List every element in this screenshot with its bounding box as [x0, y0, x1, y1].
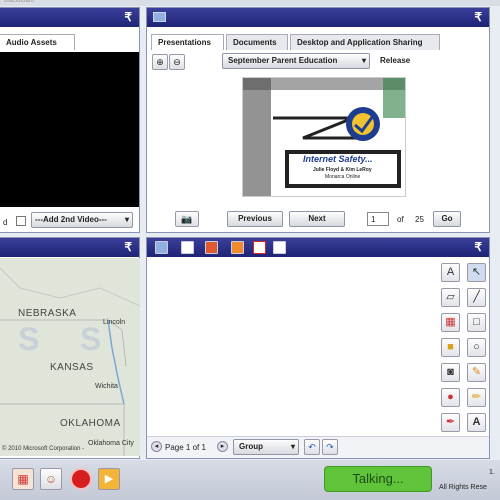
large-text-icon[interactable]: A — [467, 413, 486, 432]
rectangle-tool-icon[interactable]: □ — [467, 313, 486, 332]
whiteboard-toolbar: ₹ — [147, 238, 489, 257]
tab-documents[interactable]: Documents — [226, 34, 288, 50]
pdf-icon[interactable] — [253, 241, 266, 254]
group-select[interactable]: Group ▾ — [233, 439, 299, 455]
top-strip-text: Blackboard — [4, 0, 35, 4]
tab-audio-assets[interactable]: Audio Assets — [0, 34, 75, 50]
presentation-select[interactable]: September Parent Education ▾ — [222, 53, 370, 69]
group-select-value: Group — [239, 442, 263, 451]
camera-icon[interactable]: 📷 — [175, 211, 199, 227]
chevron-down-icon: ▾ — [290, 442, 295, 451]
page-indicator: Page 1 of 1 — [165, 443, 206, 452]
video-display — [0, 52, 139, 207]
previous-button[interactable]: Previous — [227, 211, 283, 227]
pen-icon[interactable]: ✒ — [441, 413, 460, 432]
image-icon[interactable] — [205, 241, 218, 254]
top-strip: Blackboard — [0, 0, 500, 6]
line-tool-icon[interactable]: ╱ — [467, 288, 486, 307]
city-label: Lincoln — [103, 319, 126, 326]
slide-authors: Julie Floyd & Kim LeRoy — [313, 167, 372, 173]
fill-icon[interactable]: ● — [441, 388, 460, 407]
map-copyright: © 2010 Microsoft Corporation - — [2, 446, 85, 452]
page-number-input[interactable]: 1 — [367, 212, 389, 226]
whiteboard-panel: ₹ A ↖ ▱ ╱ ▦ □ ■ ○ ◙ ✎ ● ✏ ✒ A ◂ Page 1 o… — [146, 237, 490, 459]
city-label: Oklahoma City — [88, 440, 134, 447]
note-icon[interactable]: ■ — [441, 338, 460, 357]
panel-menu-icon[interactable]: ₹ — [124, 241, 132, 253]
talking-indicator: Talking... — [324, 466, 432, 492]
audio-panel-header: ₹ — [0, 8, 139, 27]
add-2nd-video-select[interactable]: ---Add 2nd Video--- ▾ — [31, 212, 133, 228]
ellipse-tool-icon[interactable]: ○ — [467, 338, 486, 357]
state-label: KANSAS — [50, 362, 94, 373]
tab-presentations[interactable]: Presentations — [151, 34, 224, 50]
presentation-panel: ₹ Presentations Documents Desktop and Ap… — [146, 7, 490, 233]
monitor-icon — [153, 12, 166, 22]
highlighter-icon[interactable]: ✏ — [467, 388, 486, 407]
panel-menu-icon[interactable]: ₹ — [474, 11, 482, 23]
partial-label: d — [3, 218, 8, 227]
talking-label: Talking... — [352, 471, 404, 486]
media-icon[interactable]: ▶ — [98, 468, 120, 490]
map-view[interactable]: S S NEBRASKA KANSAS OKLAHOMA Lincoln Wic… — [0, 258, 140, 456]
state-label: OKLAHOMA — [60, 418, 121, 429]
slide-title: Internet Safety... — [303, 154, 373, 164]
presentation-panel-header: ₹ — [147, 8, 489, 27]
panel-menu-icon[interactable]: ₹ — [124, 11, 132, 23]
font-icon[interactable] — [181, 241, 194, 254]
city-label: Wichita — [95, 383, 118, 390]
users-icon[interactable]: ☺ — [40, 468, 62, 490]
zoom-in-icon[interactable]: ⊕ — [152, 54, 168, 70]
slideshow-icon[interactable] — [231, 241, 244, 254]
next-button[interactable]: Next — [289, 211, 345, 227]
text-tool-icon[interactable]: A — [441, 263, 460, 282]
screen-icon[interactable] — [155, 241, 168, 254]
map-panel-header: ₹ — [0, 238, 139, 257]
tab-desktop-sharing[interactable]: Desktop and Application Sharing — [290, 34, 440, 50]
add-video-label: ---Add 2nd Video--- — [35, 215, 107, 224]
undo-icon[interactable]: ↶ — [304, 439, 320, 455]
pencil-icon[interactable]: ✎ — [467, 363, 486, 382]
chevron-right-icon[interactable]: ▸ — [217, 441, 228, 452]
calendar-icon[interactable]: ▦ — [441, 313, 460, 332]
audio-panel: ₹ Audio Assets d ---Add 2nd Video--- ▾ — [0, 7, 140, 233]
eraser-icon[interactable]: ▱ — [441, 288, 460, 307]
record-icon[interactable] — [70, 468, 92, 490]
slide-org: Monarca Online — [325, 174, 361, 180]
redo-icon[interactable]: ↷ — [322, 439, 338, 455]
pointer-icon[interactable]: ↖ — [467, 263, 486, 282]
slide-preview: Internet Safety... Julie Floyd & Kim LeR… — [242, 77, 406, 197]
chevron-down-icon: ▾ — [124, 215, 129, 224]
copy-icon[interactable] — [273, 241, 286, 254]
zoom-out-icon[interactable]: ⊖ — [169, 54, 185, 70]
state-label: NEBRASKA — [18, 308, 77, 319]
rights-label: All Rights Rese — [439, 484, 487, 491]
version-label: 1. — [489, 469, 495, 476]
svg-text:S: S — [18, 321, 39, 357]
page-of-label: of — [397, 215, 404, 224]
chevron-left-icon[interactable]: ◂ — [151, 441, 162, 452]
page-total: 25 — [415, 215, 424, 224]
presentation-select-value: September Parent Education — [228, 56, 338, 65]
panel-menu-icon[interactable]: ₹ — [474, 241, 482, 253]
camera-icon[interactable]: ◙ — [441, 363, 460, 382]
release-button[interactable]: Release — [380, 56, 410, 65]
go-button[interactable]: Go — [433, 211, 461, 227]
chevron-down-icon: ▾ — [361, 56, 366, 65]
bottom-bar: ▦ ☺ ▶ Talking... 1. All Rights Rese — [0, 460, 500, 500]
video-checkbox[interactable] — [16, 216, 26, 226]
svg-text:S: S — [80, 321, 101, 357]
calendar-icon[interactable]: ▦ — [12, 468, 34, 490]
